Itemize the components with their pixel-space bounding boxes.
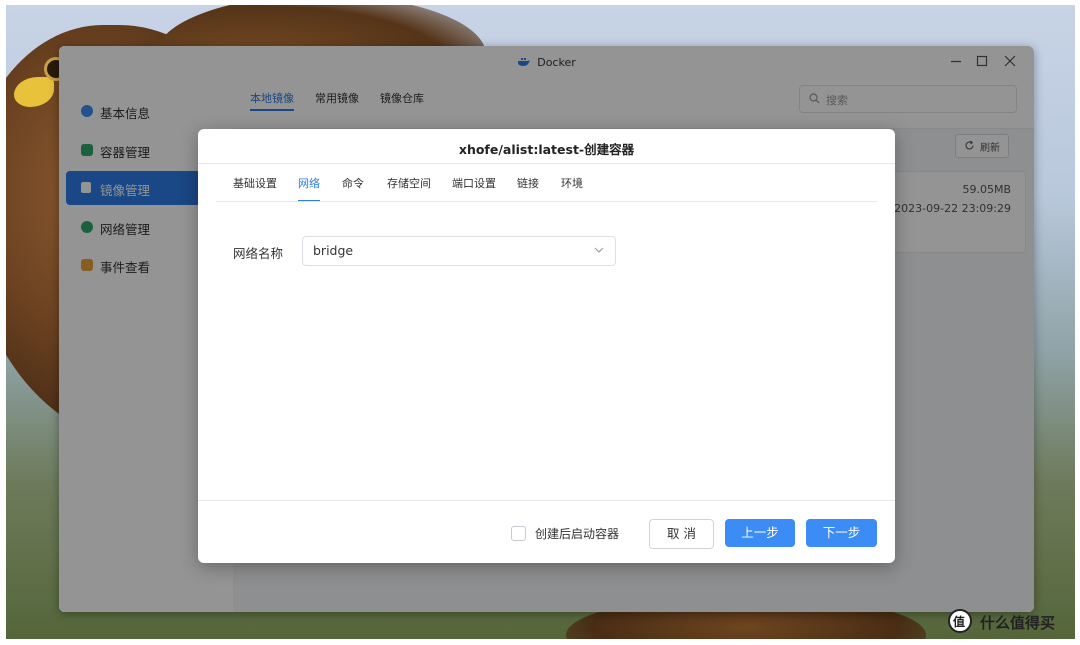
create-container-dialog: xhofe/alist:latest-创建容器 基础设置 网络 命令 存储空间 … <box>198 129 895 563</box>
divider <box>216 201 877 202</box>
tab-storage[interactable]: 存储空间 <box>387 175 431 191</box>
next-step-button[interactable]: 下一步 <box>806 519 877 547</box>
start-after-create-checkbox[interactable] <box>511 526 526 541</box>
network-name-value: bridge <box>313 243 354 258</box>
tab-port-settings[interactable]: 端口设置 <box>452 175 496 191</box>
tab-network[interactable]: 网络 <box>298 175 320 202</box>
previous-step-button[interactable]: 上一步 <box>725 519 795 547</box>
divider <box>198 163 895 164</box>
watermark-text: 什么值得买 <box>980 614 1056 632</box>
dialog-title: xhofe/alist:latest-创建容器 <box>458 142 635 157</box>
tab-command[interactable]: 命令 <box>342 175 364 191</box>
smzdm-logo-icon <box>948 609 972 633</box>
tab-environment[interactable]: 环境 <box>561 175 583 191</box>
chevron-down-icon <box>594 247 604 253</box>
cancel-button[interactable]: 取 消 <box>649 519 714 549</box>
start-after-create-label[interactable]: 创建后启动容器 <box>535 525 619 542</box>
tab-basic-settings[interactable]: 基础设置 <box>233 175 277 191</box>
network-name-select[interactable]: bridge <box>302 236 616 266</box>
divider <box>198 500 895 501</box>
tab-links[interactable]: 链接 <box>517 175 539 191</box>
network-name-label: 网络名称 <box>233 246 284 261</box>
